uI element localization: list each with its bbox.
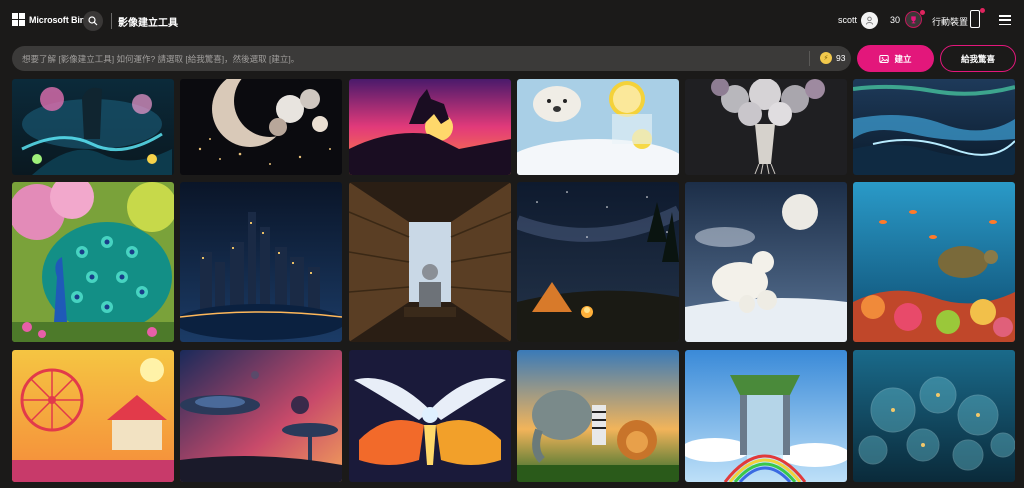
prompt-divider [809,51,810,66]
trophy-icon [911,16,916,24]
robot-library-image [349,182,511,342]
user-name[interactable]: scott [838,15,857,25]
search-button[interactable] [83,11,103,31]
surprise-me-label: 給我驚喜 [960,53,995,64]
gallery-image[interactable] [685,350,847,482]
sea-turtle-reef-image [853,182,1015,342]
rewards-count[interactable]: 30 [890,15,900,25]
space-station-image [180,350,342,482]
polar-bears-moon-image [685,182,847,342]
header-divider [111,13,112,29]
gallery-image[interactable] [12,182,174,342]
top-bar: Microsoft Bing 影像建立工具 scott 30 行動裝置 [0,0,1024,40]
gallery-image[interactable] [12,79,174,175]
bouquet-image [685,79,847,175]
gallery-image[interactable] [180,79,342,175]
gallery-image[interactable] [349,350,511,482]
boost-count: 93 [836,53,846,63]
rewards-notification-dot [920,10,925,15]
gallery-image[interactable] [517,350,679,482]
polar-bear-lemon-image [517,79,679,175]
phone-notification-dot [980,8,985,13]
gallery-image[interactable] [180,182,342,342]
user-icon [865,16,874,25]
gallery-image[interactable] [853,182,1015,342]
gallery-image[interactable] [517,79,679,175]
city-skyline-image [180,182,342,342]
icy-coast-image [853,79,1015,175]
crescent-moon-image [180,79,342,175]
campfire-image [517,182,679,342]
phoenix-image [349,350,511,482]
gallery-image[interactable] [685,79,847,175]
surprise-me-button[interactable]: 給我驚喜 [940,45,1016,72]
prompt-bar: 想要了解 [影像建立工具] 如何運作? 請選取 [給我驚喜]，然後選取 [建立]… [12,46,851,71]
create-button[interactable]: 建立 [857,45,934,72]
menu-icon[interactable] [999,15,1011,25]
gallery-image[interactable] [180,350,342,482]
prompt-input[interactable]: 想要了解 [影像建立工具] 如何運作? 請選取 [給我驚喜]，然後選取 [建立]… [22,53,782,65]
search-icon [88,16,98,26]
gallery-image[interactable] [349,182,511,342]
gallery-image[interactable] [349,79,511,175]
gallery-image[interactable] [517,182,679,342]
gallery-image[interactable] [853,79,1015,175]
gallery-image[interactable] [12,350,174,482]
microsoft-logo-icon [12,13,25,26]
gallery-image[interactable] [853,350,1015,482]
mobile-link[interactable]: 行動裝置 [932,15,968,28]
microsoft-bing-logo[interactable]: Microsoft Bing [12,13,91,26]
phone-icon[interactable] [970,10,980,28]
fantasy-forest-image [12,79,174,175]
create-button-label: 建立 [894,53,912,64]
rainbow-waterfall-image [685,350,847,482]
app-title[interactable]: 影像建立工具 [118,14,178,29]
gallery-image[interactable] [685,182,847,342]
rider-sunset-image [349,79,511,175]
peacock-garden-image [12,182,174,342]
boost-coin-icon: ⚡ [820,52,832,64]
carnival-image [12,350,174,482]
brand-name: Microsoft Bing [29,14,91,25]
avatar[interactable] [861,12,878,29]
image-create-icon [879,54,890,63]
safari-animals-image [517,350,679,482]
underwater-domes-image [853,350,1015,482]
